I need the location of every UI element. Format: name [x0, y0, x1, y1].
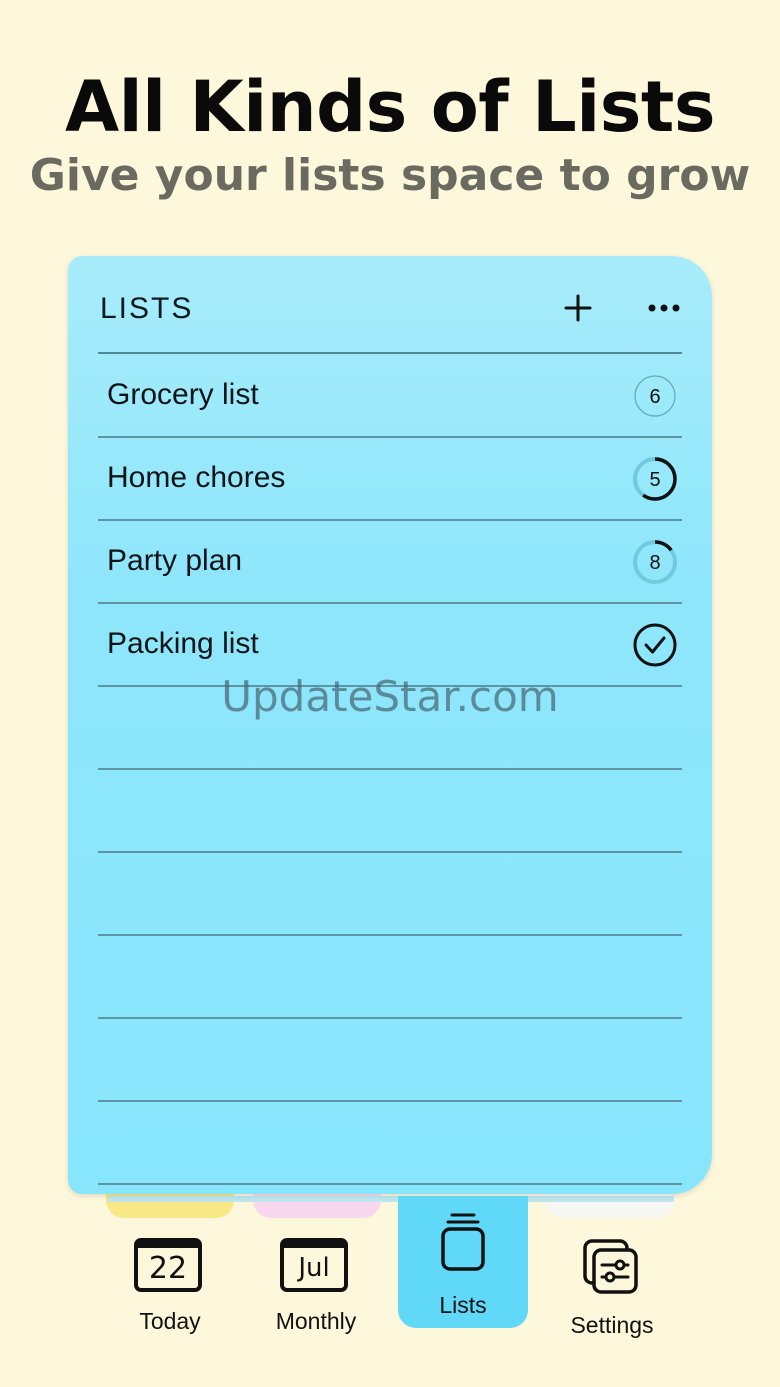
ellipsis-icon: [648, 304, 680, 312]
card-title: LISTS: [100, 292, 194, 325]
completed-check-icon: [633, 623, 677, 667]
calendar-month-text: Jul: [298, 1253, 330, 1283]
page-subtitle: Give your lists space to grow: [29, 150, 751, 201]
settings-sliders-icon: [583, 1239, 638, 1294]
list-item-label: Packing list: [107, 627, 259, 660]
list-item-count: 5: [649, 469, 660, 491]
list-item-count: 6: [649, 386, 660, 408]
calendar-day-number: 22: [148, 1250, 188, 1286]
list-item[interactable]: Home chores 5: [98, 437, 682, 519]
tab-monthly[interactable]: Jul Monthly: [256, 1196, 376, 1336]
more-options-button[interactable]: [640, 284, 688, 332]
list-item-label: Home chores: [107, 461, 286, 494]
tab-label-lists: Lists: [439, 1292, 487, 1318]
list-item-label: Grocery list: [107, 378, 259, 411]
page-title: All Kinds of Lists: [64, 66, 716, 148]
row-divider: [98, 436, 682, 438]
row-divider: [98, 602, 682, 604]
tab-label-monthly: Monthly: [275, 1308, 357, 1334]
lists-card: LISTS Grocery list 6 Home chores 5 Party pla…: [68, 256, 712, 1194]
watermark: UpdateStar.com: [221, 672, 559, 721]
tab-lists[interactable]: Lists: [398, 1196, 528, 1328]
row-divider: [98, 1017, 682, 1019]
list-item-count: 8: [649, 552, 660, 574]
list-item[interactable]: Grocery list 6: [98, 354, 682, 436]
tab-settings[interactable]: Settings: [552, 1196, 672, 1338]
progress-count-badge: 8: [633, 540, 677, 584]
list-item-label: Party plan: [107, 544, 243, 577]
tab-today[interactable]: 22 Today: [110, 1196, 230, 1336]
list-item[interactable]: Party plan 8: [98, 520, 682, 602]
progress-count-badge: 6: [634, 375, 676, 417]
add-list-button[interactable]: [554, 284, 602, 332]
tab-label-settings: Settings: [570, 1312, 654, 1338]
calendar-day-icon: 22: [134, 1238, 202, 1292]
progress-count-badge: 5: [633, 457, 677, 501]
row-divider: [98, 934, 682, 936]
plus-icon: [564, 294, 592, 322]
calendar-month-icon: Jul: [280, 1238, 348, 1292]
row-divider: [98, 1100, 682, 1102]
row-divider: [98, 768, 682, 770]
tab-label-today: Today: [139, 1308, 201, 1334]
row-divider: [98, 851, 682, 853]
row-divider: [98, 1183, 682, 1185]
lists-stack-icon: [441, 1213, 485, 1271]
row-divider: [98, 519, 682, 521]
